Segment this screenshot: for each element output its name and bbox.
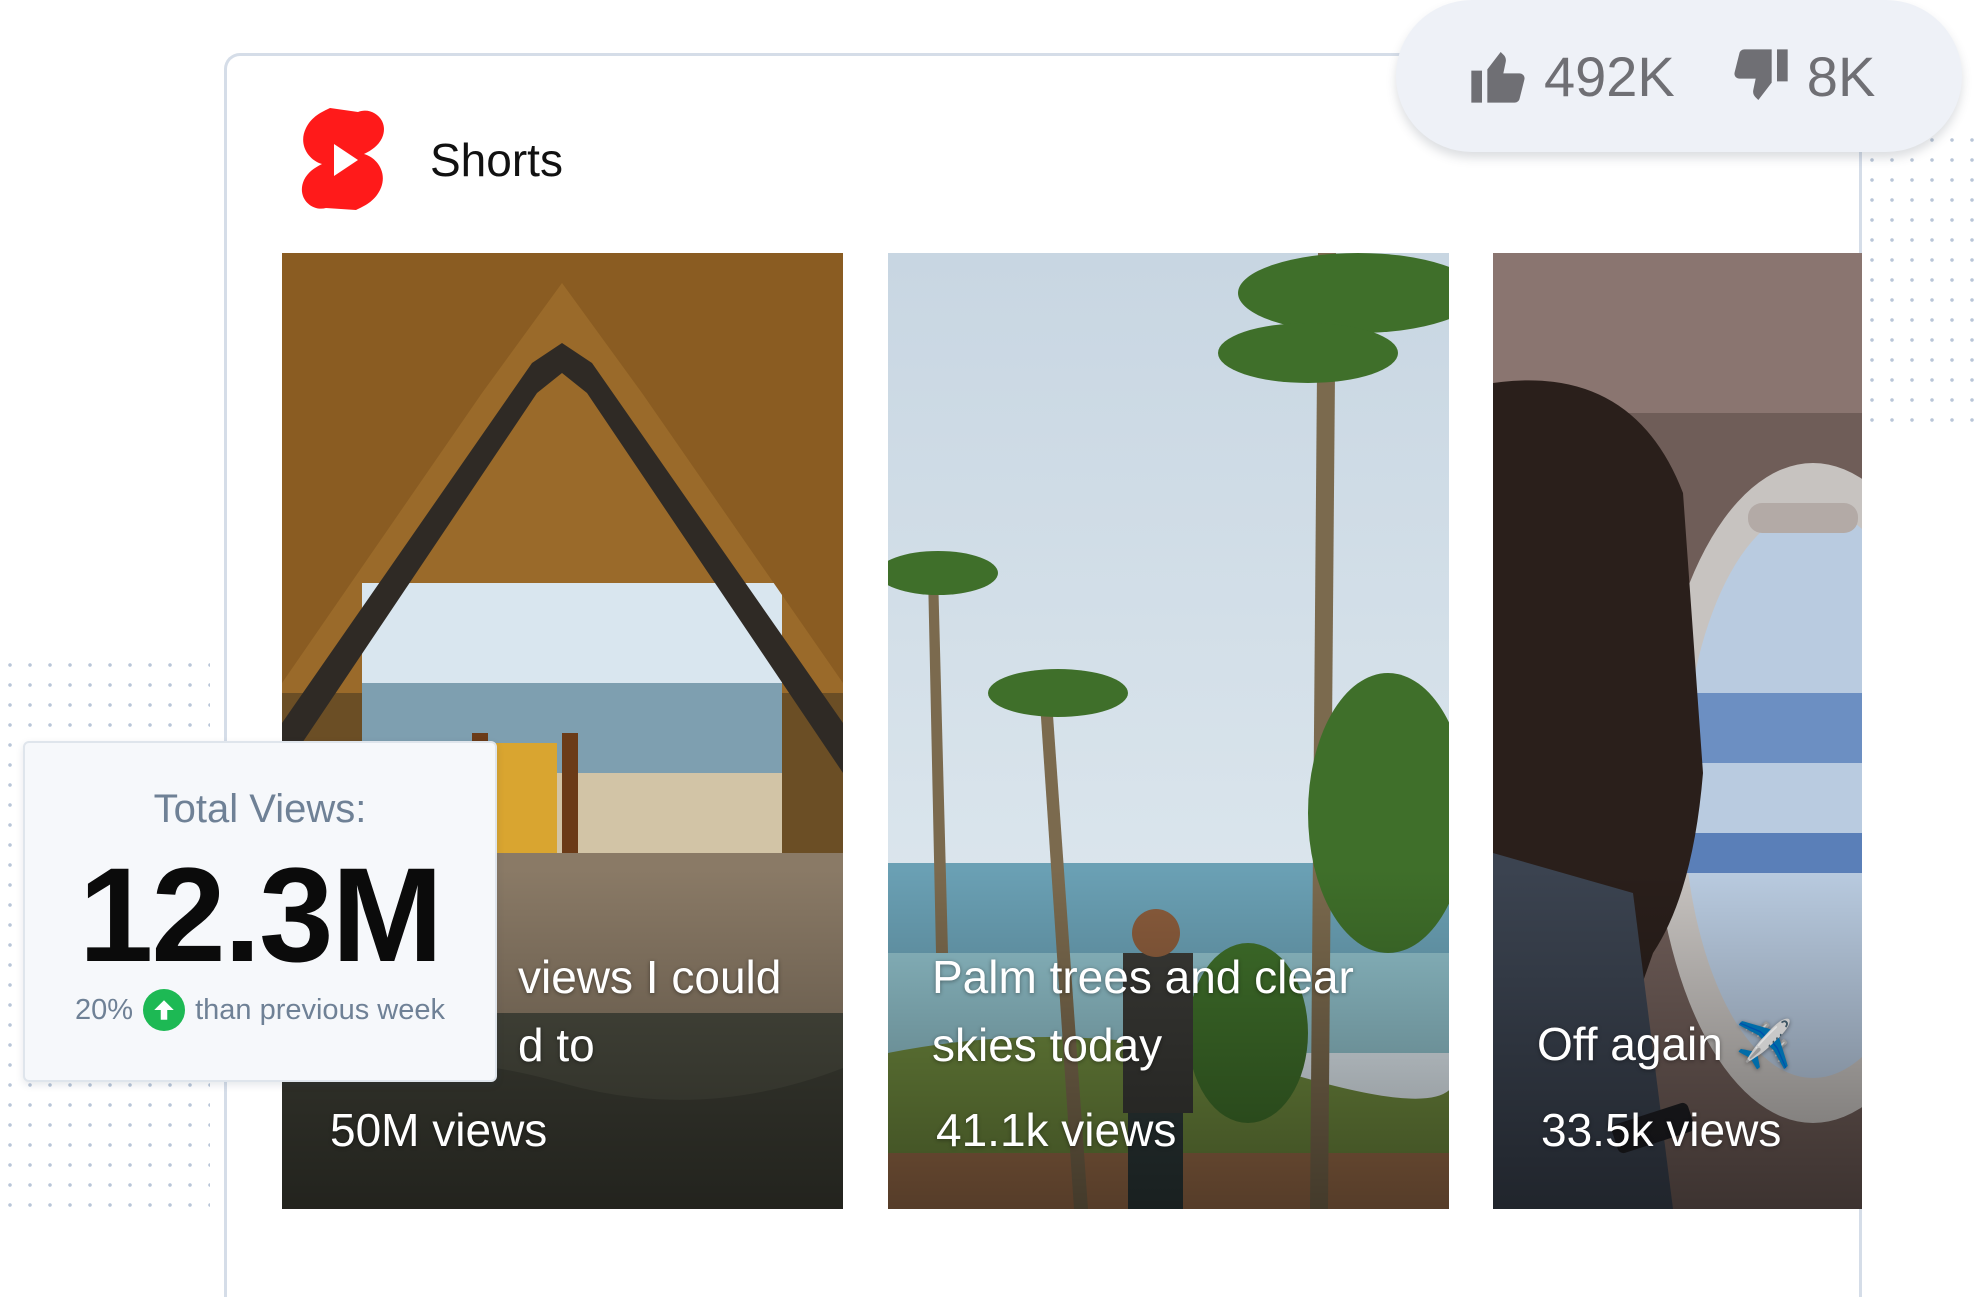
reactions-pill: 492K 8K — [1396, 0, 1962, 152]
page-title: Shorts — [430, 134, 563, 186]
short-views: 33.5k views — [1541, 1104, 1782, 1156]
shorts-header: Shorts — [300, 106, 563, 214]
change-percent: 20% — [75, 993, 134, 1026]
short-video-card[interactable]: Palm trees and clear skies today 41.1k v… — [888, 253, 1449, 1209]
thumbs-up-icon — [1471, 52, 1525, 103]
short-views: 50M views — [330, 1104, 548, 1156]
stats-value: 12.3M — [78, 841, 443, 990]
short-views: 41.1k views — [936, 1104, 1177, 1156]
short-caption: Off again ✈️ — [1537, 1018, 1793, 1070]
youtube-shorts-logo-icon — [301, 108, 384, 210]
like-count: 492K — [1544, 44, 1675, 108]
stats-change: 20% than previous week — [25, 989, 495, 1031]
dot-pattern-right — [1862, 130, 1976, 430]
arrow-up-icon — [143, 989, 186, 1031]
total-views-card: Total Views: 12.3M 20% than previous wee… — [23, 741, 497, 1082]
like-button[interactable]: 492K — [1466, 44, 1675, 109]
short-video-card[interactable]: Off again ✈️ 33.5k views — [1493, 253, 1862, 1209]
dislike-count: 8K — [1806, 44, 1876, 108]
stats-label: Total Views: — [153, 787, 367, 831]
dislike-button[interactable]: 8K — [1729, 44, 1876, 109]
thumbs-down-icon — [1734, 49, 1788, 100]
change-text: than previous week — [195, 993, 445, 1026]
short-caption: Palm trees and clear skies today — [932, 951, 1354, 1071]
